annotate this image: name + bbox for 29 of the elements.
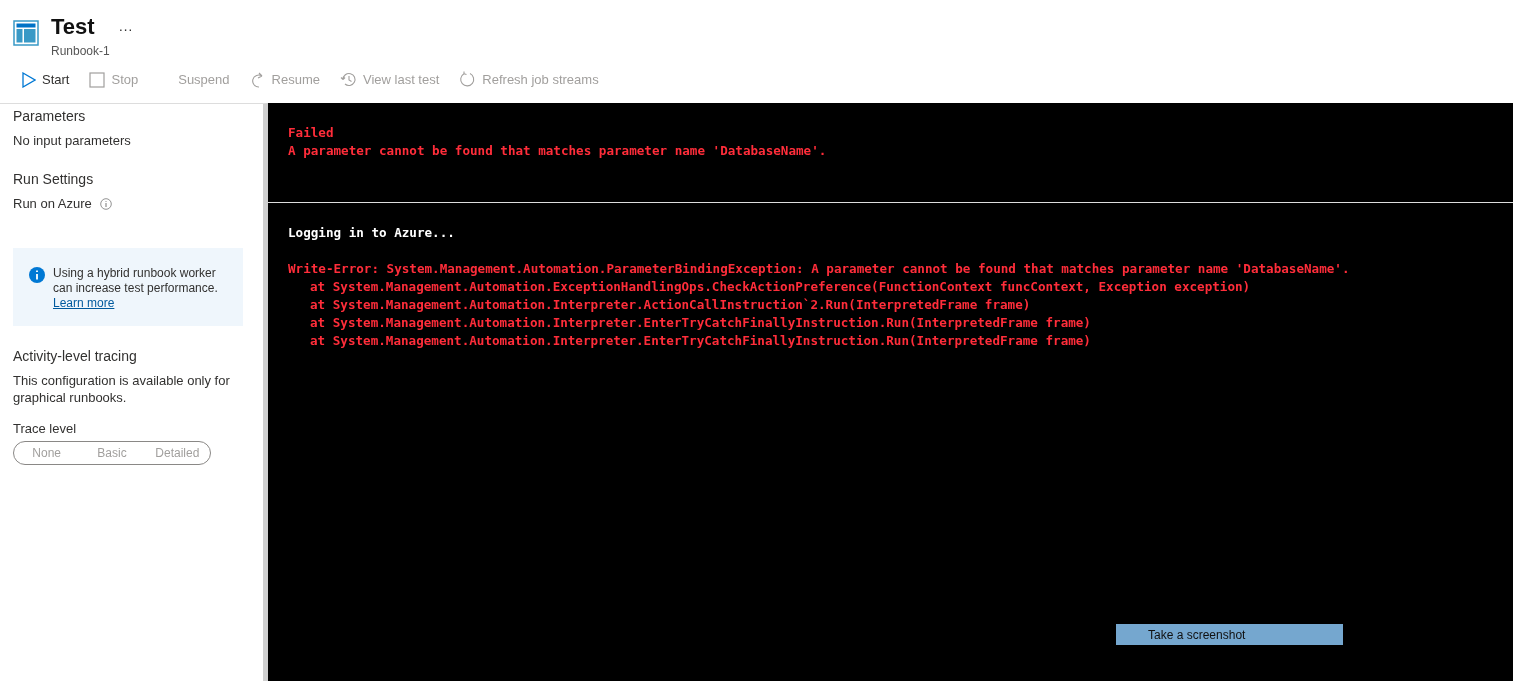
page-title: Test [51,14,95,40]
info-message: Using a hybrid runbook worker can increase test performance. Learn more [53,266,219,311]
stop-icon [89,71,106,88]
refresh-icon [459,71,477,88]
section-heading: Parameters [13,108,87,124]
console-line: at System.Management.Automation.ExceptionHandlingOps.CheckActionPreference(FunctionContext funcContext, Exception exception) [309,278,1252,296]
learn-more-link[interactable]: Learn more [53,296,115,310]
toolbar-button[interactable]: Start [20,71,72,88]
console-line: at System.Management.Automation.Interpreter.ActionCallInstruction`2.Run(InterpretedFrame frame) [309,296,1032,314]
parameters-text: No input parameters [13,132,131,149]
console-line: Logging in to Azure... [288,224,456,242]
run-setting-text: Run on Azure [13,195,92,212]
tracing-description: This configuration is available only for graphical runbooks. [13,372,231,406]
page-subtitle: Runbook-1 [51,44,111,58]
console-line: Failed [288,124,335,142]
info-icon[interactable] [99,197,112,210]
console-line: at System.Management.Automation.Interpreter.EnterTryCatchFinallyInstruction.Run(InterpretedFrame frame) [309,332,1092,350]
trace-level-label: Trace level [13,420,77,437]
info-icon [29,267,45,283]
section-heading: Run Settings [13,171,95,187]
section-heading: Activity-level tracing [13,348,138,364]
play-icon [22,71,36,88]
console-line: Write-Error: System.Management.Automation.ParameterBindingException: A parameter cannot be found that matches parameter name 'DatabaseName'. [288,260,1351,278]
take-screenshot-button[interactable]: Take a screenshot [1116,624,1343,645]
runbook-icon [13,20,39,46]
console-line: A parameter cannot be found that matches parameter name 'DatabaseName'. [288,142,828,160]
more-button[interactable]: ··· [118,21,133,37]
history-icon [339,71,357,88]
console-line: at System.Management.Automation.Interpreter.EnterTryCatchFinallyInstruction.Run(InterpretedFrame frame) [309,314,1092,332]
